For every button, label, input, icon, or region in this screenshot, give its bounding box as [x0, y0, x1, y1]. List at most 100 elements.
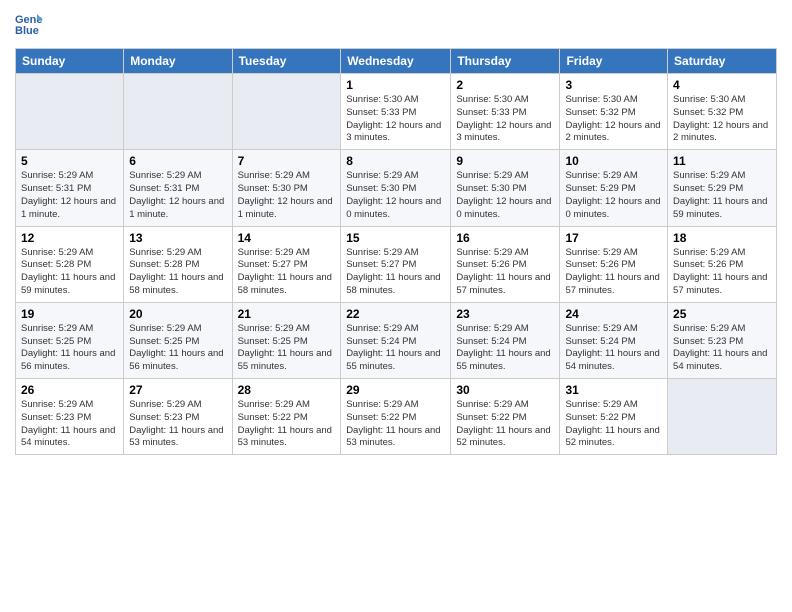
day-info: Sunrise: 5:29 AM Sunset: 5:30 PM Dayligh… [238, 170, 336, 221]
day-info: Sunrise: 5:29 AM Sunset: 5:24 PM Dayligh… [565, 323, 662, 374]
calendar-cell: 16 Sunrise: 5:29 AM Sunset: 5:26 PM Dayli… [451, 226, 560, 302]
day-header-saturday: Saturday [668, 49, 777, 74]
day-number: 17 [565, 231, 662, 245]
day-info: Sunrise: 5:29 AM Sunset: 5:25 PM Dayligh… [21, 323, 118, 374]
day-number: 9 [456, 154, 554, 168]
calendar-cell: 30 Sunrise: 5:29 AM Sunset: 5:22 PM Dayli… [451, 379, 560, 455]
calendar-cell: 25 Sunrise: 5:29 AM Sunset: 5:23 PM Dayli… [668, 302, 777, 378]
day-info: Sunrise: 5:29 AM Sunset: 5:22 PM Dayligh… [346, 399, 445, 450]
calendar-cell: 24 Sunrise: 5:29 AM Sunset: 5:24 PM Dayli… [560, 302, 668, 378]
day-info: Sunrise: 5:29 AM Sunset: 5:24 PM Dayligh… [456, 323, 554, 374]
day-info: Sunrise: 5:29 AM Sunset: 5:27 PM Dayligh… [346, 247, 445, 298]
calendar-cell [16, 74, 124, 150]
calendar-cell: 28 Sunrise: 5:29 AM Sunset: 5:22 PM Dayli… [232, 379, 341, 455]
day-number: 26 [21, 383, 118, 397]
day-number: 16 [456, 231, 554, 245]
calendar-cell: 13 Sunrise: 5:29 AM Sunset: 5:28 PM Dayli… [124, 226, 232, 302]
day-info: Sunrise: 5:29 AM Sunset: 5:28 PM Dayligh… [21, 247, 118, 298]
day-header-wednesday: Wednesday [341, 49, 451, 74]
calendar-table: SundayMondayTuesdayWednesdayThursdayFrid… [15, 48, 777, 455]
day-info: Sunrise: 5:29 AM Sunset: 5:29 PM Dayligh… [673, 170, 771, 221]
day-number: 21 [238, 307, 336, 321]
day-number: 19 [21, 307, 118, 321]
day-number: 31 [565, 383, 662, 397]
day-number: 28 [238, 383, 336, 397]
day-number: 27 [129, 383, 226, 397]
calendar-cell: 10Sunrise: 5:29 AM Sunset: 5:29 PM Dayli… [560, 150, 668, 226]
day-header-sunday: Sunday [16, 49, 124, 74]
day-number: 29 [346, 383, 445, 397]
calendar-cell: 27 Sunrise: 5:29 AM Sunset: 5:23 PM Dayli… [124, 379, 232, 455]
calendar-cell: 15 Sunrise: 5:29 AM Sunset: 5:27 PM Dayli… [341, 226, 451, 302]
calendar-cell: 23 Sunrise: 5:29 AM Sunset: 5:24 PM Dayli… [451, 302, 560, 378]
calendar-cell: 1 Sunrise: 5:30 AM Sunset: 5:33 PM Daylig… [341, 74, 451, 150]
day-number: 15 [346, 231, 445, 245]
day-number: 5 [21, 154, 118, 168]
day-info: Sunrise: 5:30 AM Sunset: 5:32 PM Dayligh… [673, 94, 771, 145]
day-header-thursday: Thursday [451, 49, 560, 74]
day-number: 24 [565, 307, 662, 321]
calendar-cell: 5 Sunrise: 5:29 AM Sunset: 5:31 PM Daylig… [16, 150, 124, 226]
calendar-cell: 9 Sunrise: 5:29 AM Sunset: 5:30 PM Daylig… [451, 150, 560, 226]
day-info: Sunrise: 5:29 AM Sunset: 5:31 PM Dayligh… [21, 170, 118, 221]
calendar-cell: 4Sunrise: 5:30 AM Sunset: 5:32 PM Daylig… [668, 74, 777, 150]
day-info: Sunrise: 5:29 AM Sunset: 5:26 PM Dayligh… [673, 247, 771, 298]
day-info: Sunrise: 5:29 AM Sunset: 5:27 PM Dayligh… [238, 247, 336, 298]
calendar-cell: 20 Sunrise: 5:29 AM Sunset: 5:25 PM Dayli… [124, 302, 232, 378]
day-number: 6 [129, 154, 226, 168]
day-header-friday: Friday [560, 49, 668, 74]
day-info: Sunrise: 5:29 AM Sunset: 5:28 PM Dayligh… [129, 247, 226, 298]
day-info: Sunrise: 5:29 AM Sunset: 5:25 PM Dayligh… [238, 323, 336, 374]
day-number: 22 [346, 307, 445, 321]
calendar-cell: 19 Sunrise: 5:29 AM Sunset: 5:25 PM Dayli… [16, 302, 124, 378]
day-info: Sunrise: 5:29 AM Sunset: 5:30 PM Dayligh… [346, 170, 445, 221]
calendar-cell: 18 Sunrise: 5:29 AM Sunset: 5:26 PM Dayli… [668, 226, 777, 302]
calendar-cell [668, 379, 777, 455]
day-number: 1 [346, 78, 445, 92]
calendar-cell: 29 Sunrise: 5:29 AM Sunset: 5:22 PM Dayli… [341, 379, 451, 455]
day-number: 30 [456, 383, 554, 397]
day-info: Sunrise: 5:30 AM Sunset: 5:33 PM Dayligh… [456, 94, 554, 145]
calendar-cell: 17 Sunrise: 5:29 AM Sunset: 5:26 PM Dayli… [560, 226, 668, 302]
calendar-cell: 12 Sunrise: 5:29 AM Sunset: 5:28 PM Dayli… [16, 226, 124, 302]
day-info: Sunrise: 5:29 AM Sunset: 5:22 PM Dayligh… [238, 399, 336, 450]
calendar-cell: 8 Sunrise: 5:29 AM Sunset: 5:30 PM Daylig… [341, 150, 451, 226]
day-info: Sunrise: 5:29 AM Sunset: 5:22 PM Dayligh… [565, 399, 662, 450]
day-info: Sunrise: 5:29 AM Sunset: 5:23 PM Dayligh… [21, 399, 118, 450]
day-header-tuesday: Tuesday [232, 49, 341, 74]
day-info: Sunrise: 5:29 AM Sunset: 5:26 PM Dayligh… [456, 247, 554, 298]
day-info: Sunrise: 5:29 AM Sunset: 5:23 PM Dayligh… [129, 399, 226, 450]
day-number: 7 [238, 154, 336, 168]
day-number: 11 [673, 154, 771, 168]
day-number: 23 [456, 307, 554, 321]
day-number: 25 [673, 307, 771, 321]
day-number: 8 [346, 154, 445, 168]
day-info: Sunrise: 5:29 AM Sunset: 5:30 PM Dayligh… [456, 170, 554, 221]
calendar-cell: 6 Sunrise: 5:29 AM Sunset: 5:31 PM Daylig… [124, 150, 232, 226]
calendar-cell: 31 Sunrise: 5:29 AM Sunset: 5:22 PM Dayli… [560, 379, 668, 455]
day-info: Sunrise: 5:30 AM Sunset: 5:32 PM Dayligh… [565, 94, 662, 145]
day-number: 13 [129, 231, 226, 245]
calendar-cell: 11 Sunrise: 5:29 AM Sunset: 5:29 PM Dayli… [668, 150, 777, 226]
day-header-monday: Monday [124, 49, 232, 74]
day-info: Sunrise: 5:29 AM Sunset: 5:24 PM Dayligh… [346, 323, 445, 374]
calendar-cell: 7 Sunrise: 5:29 AM Sunset: 5:30 PM Daylig… [232, 150, 341, 226]
svg-text:Blue: Blue [15, 25, 39, 37]
day-number: 10 [565, 154, 662, 168]
day-number: 14 [238, 231, 336, 245]
day-info: Sunrise: 5:30 AM Sunset: 5:33 PM Dayligh… [346, 94, 445, 145]
calendar-cell: 26 Sunrise: 5:29 AM Sunset: 5:23 PM Dayli… [16, 379, 124, 455]
day-number: 18 [673, 231, 771, 245]
day-number: 12 [21, 231, 118, 245]
logo: General Blue [15, 10, 46, 38]
day-number: 20 [129, 307, 226, 321]
day-info: Sunrise: 5:29 AM Sunset: 5:23 PM Dayligh… [673, 323, 771, 374]
calendar-cell: 22 Sunrise: 5:29 AM Sunset: 5:24 PM Dayli… [341, 302, 451, 378]
day-info: Sunrise: 5:29 AM Sunset: 5:25 PM Dayligh… [129, 323, 226, 374]
day-info: Sunrise: 5:29 AM Sunset: 5:26 PM Dayligh… [565, 247, 662, 298]
calendar-cell [232, 74, 341, 150]
calendar-cell: 14 Sunrise: 5:29 AM Sunset: 5:27 PM Dayli… [232, 226, 341, 302]
calendar-cell: 3Sunrise: 5:30 AM Sunset: 5:32 PM Daylig… [560, 74, 668, 150]
day-info: Sunrise: 5:29 AM Sunset: 5:31 PM Dayligh… [129, 170, 226, 221]
day-info: Sunrise: 5:29 AM Sunset: 5:22 PM Dayligh… [456, 399, 554, 450]
